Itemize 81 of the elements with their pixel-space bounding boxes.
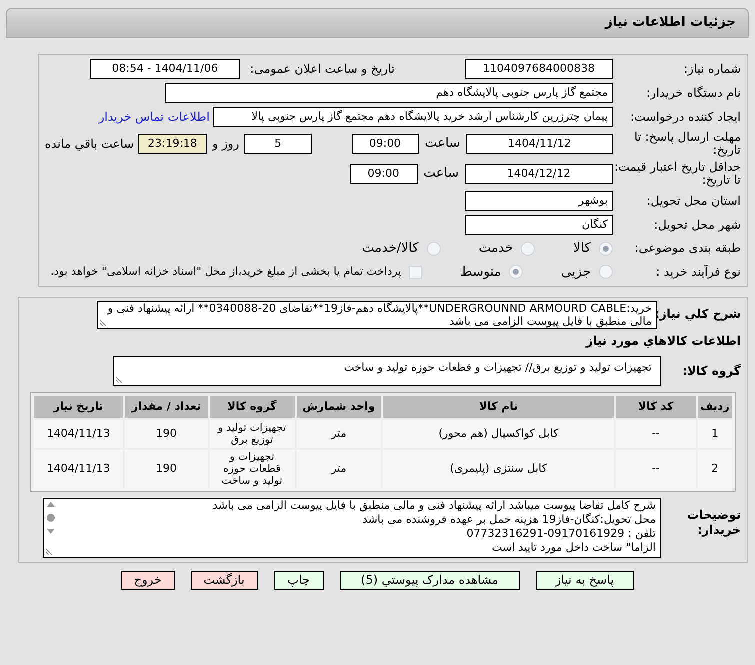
table-cell: 1404/11/13 — [34, 450, 124, 488]
field-label: شماره نیاز: — [683, 62, 741, 76]
resize-grip-icon — [100, 318, 108, 326]
table-cell: -- — [616, 450, 696, 488]
table-cell: 190 — [125, 420, 208, 448]
field-label: استان محل تحویل: — [646, 194, 741, 208]
notes-field[interactable] — [43, 498, 661, 558]
action-button[interactable]: پاسخ به نیاز — [536, 571, 634, 590]
field-label: روز و — [212, 136, 240, 153]
table-cell: متر — [296, 450, 382, 488]
column-header: تعداد / مقدار — [125, 396, 208, 418]
table-cell: 190 — [125, 450, 208, 488]
table-cell: -- — [616, 420, 696, 448]
column-header: نام کالا — [383, 396, 614, 418]
table-cell: کابل سنتزی (پلیمری) — [383, 450, 614, 488]
validity-date-field[interactable]: 1404/12/12 — [465, 164, 613, 184]
buyer-field[interactable]: مجتمع گاز پارس جنوبی پالایشگاه دهم — [165, 83, 613, 103]
reply-time-field[interactable]: 09:00 — [352, 134, 419, 154]
note-line: محل تحویل:کنگان-فاز19 هزینه حمل بر عهده فروشنده می باشد — [362, 513, 656, 527]
field-label: ساعت — [424, 135, 460, 154]
radio-button[interactable] — [521, 242, 536, 256]
column-header: گروه کالا — [210, 396, 295, 418]
checkbox[interactable] — [409, 266, 422, 279]
resize-grip-icon — [116, 375, 124, 383]
field-label: شهر محل تحویل: — [653, 218, 741, 232]
action-button[interactable]: خروج — [121, 571, 175, 590]
field-label: حداقل تاریخ اعتبار قیمت: تا تاریخ: — [613, 161, 741, 187]
table-cell: تجهیزات و قطعات حوزه تولید و ساخت — [210, 450, 295, 488]
field-label: گروه کالا: — [682, 363, 741, 380]
countdown-field: 23:19:18 — [138, 134, 208, 154]
radio-label: خدمت — [478, 240, 514, 258]
table-cell: متر — [296, 420, 382, 448]
field-label: تاریخ و ساعت اعلان عمومی: — [250, 61, 395, 78]
field-label: طبقه بندی موضوعی: — [634, 242, 741, 256]
note-line: شرح کامل تقاضا پیوست میباشد ارائه پیشنهاد فنی و مالی منطبق با فایل پیوست الزامی می باشد — [212, 499, 656, 513]
city-field[interactable]: کنگان — [465, 215, 613, 235]
field-label: شرح کلي نياز: — [657, 306, 741, 323]
table-cell: 2 — [698, 450, 732, 488]
radio-button[interactable] — [509, 265, 524, 280]
radio-label: کالا — [573, 240, 591, 258]
radio-button[interactable] — [599, 242, 613, 256]
days-field[interactable]: 5 — [244, 134, 312, 154]
field-label: نوع فرآیند خرید : — [655, 266, 741, 279]
radio-label: متوسط — [460, 264, 502, 282]
table-cell: 1404/11/13 — [34, 420, 124, 448]
validity-time-field[interactable]: 09:00 — [350, 164, 418, 184]
province-field[interactable]: بوشهر — [465, 191, 613, 211]
field-label: نام دستگاه خریدار: — [646, 86, 741, 100]
table-cell: تجهیزات تولید و توزیع برق — [210, 420, 295, 448]
radio-label: جزیی — [561, 264, 591, 282]
goods-group-field[interactable]: تجهیزات تولید و توزیع برق// تجهیزات و قطعات حوزه تولید و ساخت — [113, 356, 661, 386]
column-header: واحد شمارش — [296, 396, 382, 418]
creator-field[interactable]: پیمان چترزرین کارشناس ارشد خرید پالایشگاه دهم مجتمع گاز پارس جنوبی پالا — [213, 107, 613, 127]
action-button[interactable]: چاپ — [274, 571, 324, 590]
reply-date-field[interactable]: 1404/11/12 — [466, 134, 613, 154]
note-line: الزاما" ساخت داخل مورد تایید است — [490, 541, 656, 555]
resize-grip-icon — [46, 547, 54, 555]
section-title: اطلاعات کالاهاي مورد نياز — [584, 333, 741, 350]
scrollbar-icon — [46, 501, 56, 535]
page-title: جزئیات اطلاعات نیاز — [605, 14, 736, 32]
need-number-field[interactable]: 1104097684000838 — [465, 59, 613, 79]
table-cell: کابل کواکسیال (هم محور) — [383, 420, 614, 448]
field-label: ساعت — [424, 165, 459, 184]
note-line: تلفن : 09170161929-07732316291 — [466, 527, 656, 541]
radio-button[interactable] — [599, 265, 613, 280]
field-label: ایجاد کننده درخواست: — [629, 110, 741, 124]
column-header: کد کالا — [616, 396, 696, 418]
action-button[interactable]: بازگشت — [190, 571, 258, 590]
field-label: ساعت باقي مانده — [45, 136, 134, 153]
announce-date-field[interactable]: 1404/11/06 - 08:54 — [90, 59, 240, 79]
column-header: تاریخ نیاز — [34, 396, 124, 418]
table-cell: 1 — [698, 420, 732, 448]
action-button[interactable]: مشاهده مدارک پیوستي (5) — [340, 571, 520, 590]
contact-link[interactable]: اطلاعات تماس خریدار — [98, 108, 210, 126]
checkbox-label: پرداخت تمام یا بخشی از مبلغ خرید،از محل "اسناد خزانه اسلامی" خواهد بود. — [50, 264, 402, 280]
column-header: ردیف — [698, 396, 732, 418]
field-label: مهلت ارسال پاسخ: تا تاریخ: — [633, 131, 741, 157]
field-label: توضیحات خریدار: — [686, 507, 741, 538]
summary-field[interactable]: خرید:UNDERGROUNND ARMOURD CABLE**پالایشگاه دهم-فاز19**تقاضای 20-0340088** ارائه پیشنهاد فنی و مالی منطبق با فایل پیوست الزامی می باشد — [97, 301, 657, 329]
radio-button[interactable] — [426, 242, 441, 256]
radio-label: کالا/خدمت — [362, 240, 419, 258]
